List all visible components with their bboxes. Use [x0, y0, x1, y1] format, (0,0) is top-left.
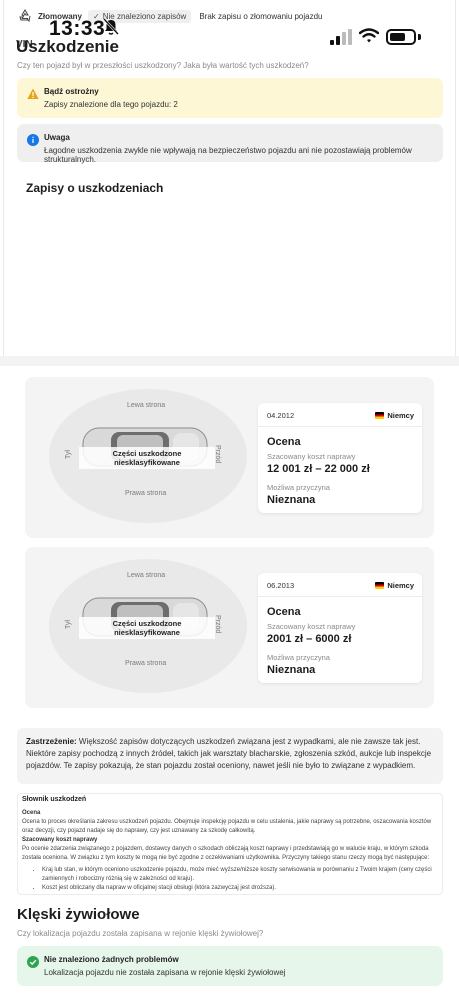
damage-glossary: Słownik uszkodzeń Ocena Ocena to proces … — [17, 793, 443, 895]
right-side-label: Prawa strona — [125, 490, 167, 497]
status-bar: 13:33 — [0, 0, 459, 50]
info-title: Uwaga — [44, 133, 70, 142]
glossary-reasons-list: Kraj lub stan, w którym oceniono uszkodz… — [32, 866, 440, 894]
record-country: Niemcy — [375, 411, 414, 420]
record-date: 04.2012 — [267, 411, 295, 420]
list-item: Kraj lub stan, w którym oceniono uszkodz… — [42, 866, 440, 883]
disclaimer-label: Zastrzeżenie: — [26, 737, 77, 746]
success-alert: Nie znaleziono żadnych problemów Lokaliz… — [17, 946, 443, 986]
cost-value: 12 001 zł – 22 000 zł — [267, 463, 370, 475]
disclaimer-text: Większość zapisów dotyczących uszkodzeń … — [26, 737, 432, 770]
record-heading: Ocena — [267, 436, 301, 448]
cause-value: Nieznana — [267, 664, 316, 676]
records-title: Zapisy o uszkodzeniach — [26, 181, 164, 195]
check-circle-icon — [27, 956, 39, 968]
glossary-title: Słownik uszkodzeń — [22, 796, 87, 803]
bell-off-icon — [103, 18, 119, 35]
damaged-parts-label: Części uszkodzone niesklasyfikowane — [79, 617, 215, 639]
warning-alert: Bądź ostrożny Zapisy znalezione dla tego… — [17, 78, 443, 118]
warning-title: Bądź ostrożny — [44, 87, 99, 96]
left-side-label: Lewa strona — [127, 572, 166, 579]
success-title: Nie znaleziono żadnych problemów — [44, 955, 179, 964]
status-time: 13:33 — [49, 17, 106, 40]
battery-icon — [386, 29, 416, 45]
divider — [258, 596, 422, 597]
damage-record-card: Lewa strona Prawa strona Przód Tył Częśc… — [25, 547, 434, 708]
wifi-icon — [359, 28, 379, 43]
right-side-label: Prawa strona — [125, 660, 167, 667]
rear-label: Tył — [65, 620, 72, 629]
warning-icon — [27, 88, 39, 99]
section-subtitle-damage: Czy ten pojazd był w przeszłości uszkodz… — [17, 61, 309, 70]
glossary-term: Szacowany koszt naprawy — [22, 837, 98, 843]
record-country-label: Niemcy — [387, 581, 414, 590]
record-info-card: 04.2012 Niemcy Ocena Szacowany koszt nap… — [258, 403, 422, 513]
success-text: Lokalizacja pojazdu nie została zapisana… — [44, 968, 286, 977]
section-title-natural-disasters: Klęski żywiołowe — [17, 906, 140, 923]
record-heading: Ocena — [267, 606, 301, 618]
info-text: Łagodne uszkodzenia zwykle nie wpływają … — [44, 146, 412, 164]
section-divider — [0, 356, 459, 366]
record-date: 06.2013 — [267, 581, 295, 590]
glossary-definition: Po ocenie zdarzenia związanego z pojazde… — [22, 846, 430, 861]
cost-value: 2001 zł – 6000 zł — [267, 633, 352, 645]
damaged-parts-label: Części uszkodzone niesklasyfikowane — [79, 447, 215, 469]
record-country: Niemcy — [375, 581, 414, 590]
list-item: Koszt jest obliczany dla napraw w oficja… — [42, 884, 440, 893]
record-country-label: Niemcy — [387, 411, 414, 420]
cause-value: Nieznana — [267, 494, 316, 506]
cost-label: Szacowany koszt naprawy — [267, 452, 356, 461]
damage-record-card: Lewa strona Prawa strona Przód Tył Częśc… — [25, 377, 434, 538]
left-side-label: Lewa strona — [127, 402, 166, 409]
info-icon — [27, 134, 39, 146]
battery-tip — [418, 34, 421, 40]
record-info-card: 06.2013 Niemcy Ocena Szacowany koszt nap… — [258, 573, 422, 683]
section-subtitle-natural-disasters: Czy lokalizacja pojazdu została zapisana… — [17, 929, 264, 938]
cost-label: Szacowany koszt naprawy — [267, 622, 356, 631]
glossary-term: Ocena — [22, 810, 41, 816]
divider — [258, 426, 422, 427]
disclaimer-box: Zastrzeżenie: Większość zapisów dotycząc… — [17, 728, 443, 784]
germany-flag-icon — [375, 582, 385, 589]
cause-label: Możliwa przyczyna — [267, 483, 330, 492]
cause-label: Możliwa przyczyna — [267, 653, 330, 662]
rear-label: Tył — [65, 450, 72, 459]
signal-icon — [330, 29, 352, 45]
front-label: Przód — [214, 615, 221, 634]
front-label: Przód — [214, 445, 221, 464]
germany-flag-icon — [375, 412, 385, 419]
info-alert: Uwaga Łagodne uszkodzenia zwykle nie wpł… — [17, 124, 443, 164]
glossary-definition: Ocena to proces określania zakresu uszko… — [22, 819, 432, 834]
warning-text: Zapisy znalezione dla tego pojazdu: 2 — [44, 100, 178, 109]
